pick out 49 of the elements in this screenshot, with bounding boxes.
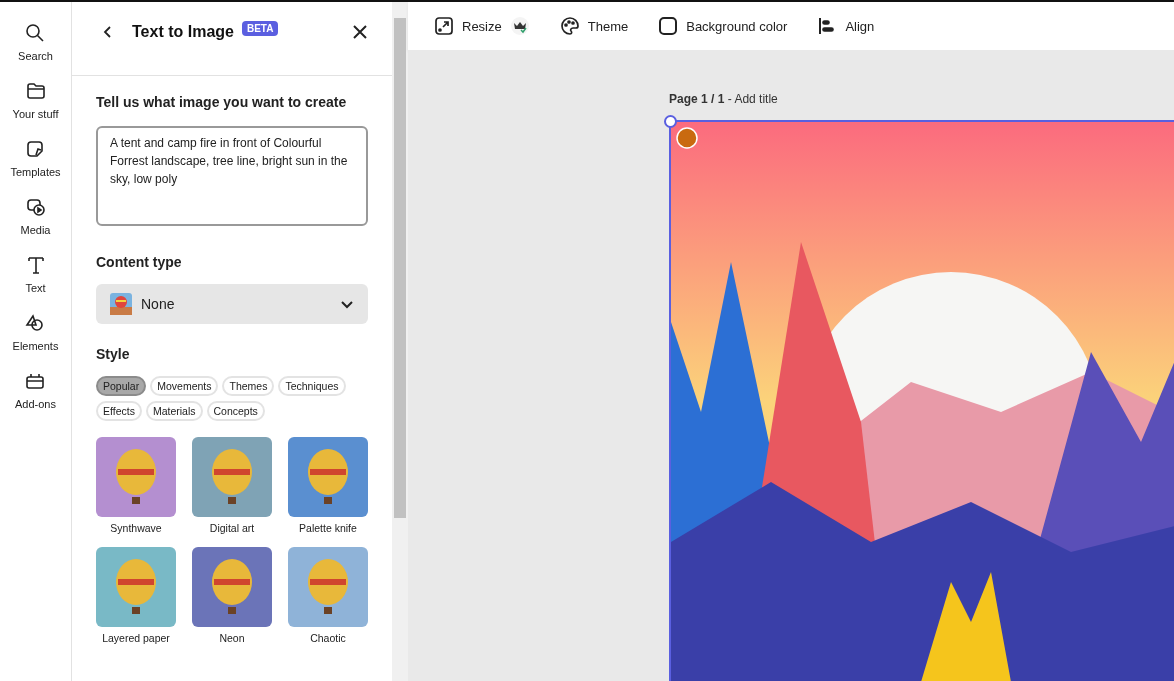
style-category-tab[interactable]: Concepts (206, 401, 265, 421)
landscape-illustration[interactable] (671, 122, 1174, 681)
close-button[interactable] (352, 23, 368, 40)
style-option[interactable]: Digital art (192, 437, 272, 534)
style-category-tab[interactable]: Materials (145, 401, 203, 421)
style-option[interactable]: Palette knife (288, 437, 368, 534)
resize-icon (434, 16, 454, 36)
back-icon (102, 25, 114, 38)
beta-badge: BETA (241, 21, 279, 36)
search-icon (25, 23, 46, 43)
nav-item[interactable]: Your stuff (12, 81, 59, 120)
toolbar-button[interactable]: Background color (658, 16, 788, 36)
balloon-thumbnail-icon (110, 293, 132, 315)
panel-title: Text to Image (132, 22, 234, 41)
style-option[interactable]: Chaotic (288, 547, 368, 644)
style-option[interactable]: Layered paper (96, 547, 176, 644)
nav-item[interactable]: Text (25, 255, 46, 294)
toolbar-button[interactable]: Align (817, 16, 875, 36)
palette-icon (559, 16, 580, 36)
shapes-icon (25, 313, 46, 333)
style-category-tab[interactable]: Techniques (278, 376, 346, 396)
toolbar-button[interactable]: Theme (559, 16, 629, 36)
prompt-field[interactable]: A tent and camp fire in front of Colourful Forrest landscape, tree line, bright sun in the sky, low poly (96, 126, 368, 226)
style-option[interactable]: Synthwave (96, 437, 176, 534)
toolbar-button[interactable]: Resize (434, 16, 530, 36)
nav-item[interactable]: Search (18, 23, 53, 62)
templates-icon (25, 139, 46, 159)
style-option[interactable]: Neon (192, 547, 272, 644)
selection-handle[interactable] (664, 115, 677, 128)
style-category-tab[interactable]: Themes (222, 376, 275, 396)
style-category-tab[interactable]: Movements (150, 376, 219, 396)
prompt-label: Tell us what image you want to create (96, 94, 348, 110)
media-icon (25, 197, 46, 217)
content-type-label: Content type (96, 254, 183, 270)
style-category-tab[interactable]: Effects (96, 401, 142, 421)
style-category-tab[interactable]: Popular (96, 376, 147, 396)
page-title[interactable]: Page 1 / 1 - Add title (669, 92, 778, 106)
nav-item[interactable]: Media (20, 197, 51, 236)
nav-item[interactable]: Elements (12, 313, 59, 352)
style-label: Style (96, 346, 131, 362)
crown-icon (509, 16, 530, 36)
scrollbar[interactable] (392, 2, 408, 681)
square-icon (658, 16, 679, 36)
nav-item[interactable]: Add-ons (15, 371, 56, 410)
folder-icon (25, 81, 46, 101)
text-icon (25, 255, 46, 275)
close-icon (353, 24, 367, 39)
content-type-dropdown[interactable]: None (96, 284, 368, 324)
nav-item[interactable]: Templates (10, 139, 61, 178)
